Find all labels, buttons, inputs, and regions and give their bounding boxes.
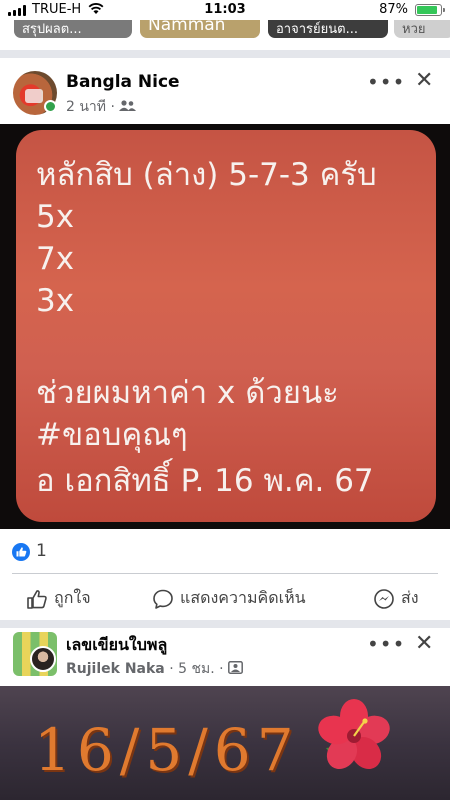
hide-post-icon[interactable]: ✕ bbox=[415, 68, 433, 93]
post-time[interactable]: 5 ชม. bbox=[178, 661, 215, 677]
meta-separator: · bbox=[219, 661, 224, 677]
online-status-dot bbox=[44, 100, 57, 113]
post-meta: 2 นาที · bbox=[66, 96, 137, 118]
send-label: ส่ง bbox=[401, 588, 419, 607]
story-card[interactable]: หวย bbox=[394, 18, 450, 38]
friends-icon bbox=[119, 100, 137, 111]
post-time[interactable]: 2 นาที bbox=[66, 99, 106, 115]
card-line: อ เอกสิทธิ์ P. 16 พ.ค. 67 bbox=[36, 463, 374, 499]
comment-label: แสดงความคิดเห็น bbox=[180, 588, 306, 607]
comment-bubble-icon bbox=[153, 589, 173, 609]
more-options-icon[interactable]: ••• bbox=[367, 632, 405, 656]
thumbs-up-icon bbox=[27, 589, 47, 609]
battery-percent: 87% bbox=[379, 2, 408, 17]
card-line: 5x bbox=[36, 199, 75, 235]
more-options-icon[interactable]: ••• bbox=[367, 70, 405, 94]
group-name[interactable]: เลขเขียนใบพลู bbox=[66, 633, 167, 658]
hibiscus-flower-icon bbox=[318, 699, 390, 770]
status-bar: TRUE-H 11:03 87% bbox=[0, 0, 450, 20]
story-card[interactable]: Namman bbox=[140, 18, 260, 38]
post-image[interactable]: 16/5/67 bbox=[0, 686, 450, 800]
post-author[interactable]: Rujilek Naka bbox=[66, 661, 165, 677]
battery-icon bbox=[415, 4, 445, 16]
post-meta: Rujilek Naka · 5 ชม. · bbox=[66, 658, 243, 680]
card-line: ช่วยผมหาค่า x ด้วยนะ bbox=[36, 375, 339, 411]
post-image[interactable]: หลักสิบ (ล่าง) 5-7-3 ครับ 5x 7x 3x ช่วยผ… bbox=[0, 124, 450, 529]
card-line: #ขอบคุณๆ bbox=[36, 417, 188, 453]
photo-icon bbox=[228, 661, 243, 674]
image-date-text: 16/5/67 bbox=[34, 716, 300, 784]
hide-post-icon[interactable]: ✕ bbox=[415, 631, 433, 656]
send-button[interactable]: ส่ง bbox=[373, 586, 419, 611]
card-line: 7x bbox=[36, 241, 75, 277]
feed-divider bbox=[0, 50, 450, 58]
like-count[interactable]: 1 bbox=[36, 541, 47, 561]
messenger-icon bbox=[374, 588, 394, 609]
story-card[interactable]: สรุปผลต... bbox=[14, 18, 132, 38]
member-avatar[interactable] bbox=[30, 646, 56, 672]
stories-strip: สรุปผลต... Namman อาจารย์ยนต... หวย bbox=[0, 18, 450, 44]
story-card[interactable]: อาจารย์ยนต... bbox=[268, 18, 388, 38]
like-button[interactable]: ถูกใจ bbox=[26, 586, 91, 611]
card-line: หลักสิบ (ล่าง) 5-7-3 ครับ bbox=[36, 157, 377, 193]
like-label: ถูกใจ bbox=[54, 588, 91, 607]
text-card: หลักสิบ (ล่าง) 5-7-3 ครับ 5x 7x 3x ช่วยผ… bbox=[16, 130, 436, 522]
actions-divider bbox=[12, 573, 438, 574]
card-line: 3x bbox=[36, 283, 75, 319]
post-author[interactable]: Bangla Nice bbox=[66, 72, 180, 92]
feed-divider bbox=[0, 620, 450, 628]
comment-button[interactable]: แสดงความคิดเห็น bbox=[152, 586, 306, 611]
like-reaction-icon[interactable] bbox=[12, 543, 30, 561]
meta-separator: · bbox=[110, 99, 115, 115]
meta-separator: · bbox=[169, 661, 174, 677]
